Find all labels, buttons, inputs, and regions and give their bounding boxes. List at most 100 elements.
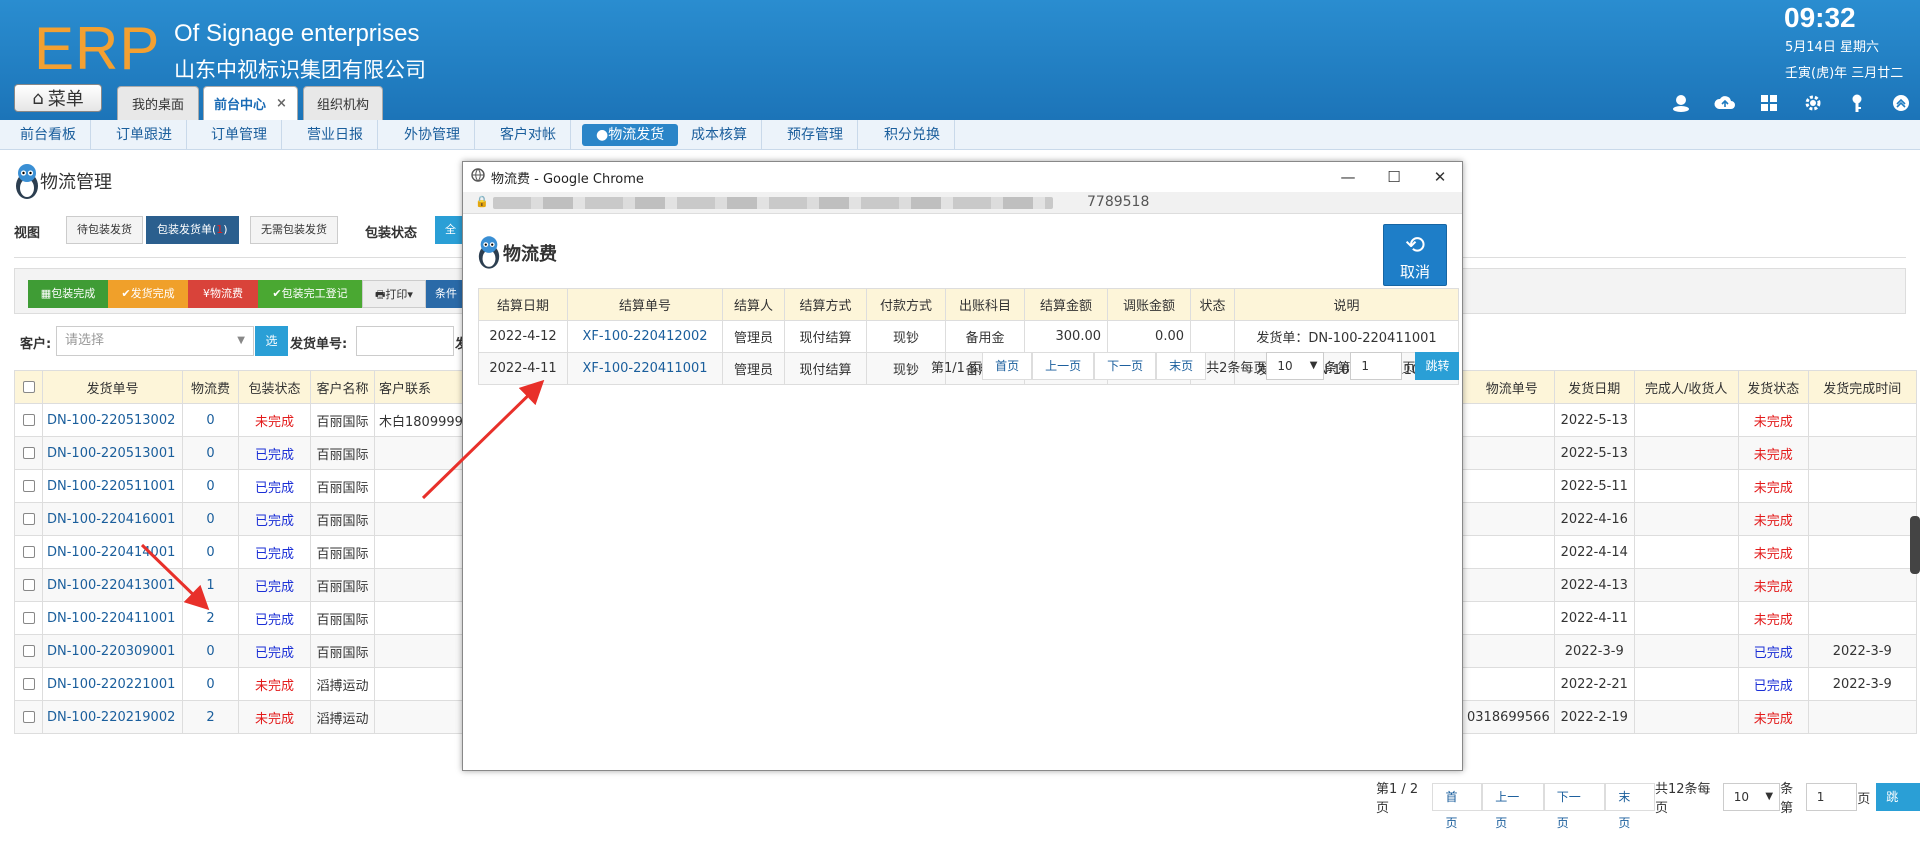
subnav-item[interactable]: 客户对帐 [486,120,571,150]
subnav-item-logistics[interactable]: ●物流发货 [582,124,679,146]
logistics-fee-link[interactable]: 0 [182,634,239,668]
logistics-fee-link[interactable]: 1 [182,568,239,602]
ship-no-link[interactable]: DN-100-220413001 [42,568,183,602]
subnav-item[interactable]: 外协管理 [390,120,475,150]
view-no-pack[interactable]: 无需包装发货 [250,216,338,244]
settle-no-link[interactable]: XF-100-220411001 [567,352,723,385]
per-page-select[interactable]: 10 ▼ [1266,352,1325,380]
table-row[interactable]: DN-100-220221001 0 未完成 滔搏运动 [14,667,477,701]
ship-no-link[interactable]: DN-100-220513001 [42,436,183,470]
customer-select[interactable]: 请选择 ▼ [56,326,254,356]
maximize-button[interactable]: ☐ [1371,162,1417,192]
table-row[interactable]: 0318699566 2022-2-19 未完成 [1462,700,1917,734]
table-row[interactable]: 2022-5-13 未完成 [1462,436,1917,470]
key-icon[interactable] [1846,92,1868,114]
tab-organization[interactable]: 组织机构 [303,86,383,120]
prev-page-button[interactable]: 上一页 [1032,352,1095,380]
row-checkbox[interactable] [14,700,43,734]
logistics-fee-link[interactable]: 0 [182,667,239,701]
next-page-button[interactable]: 下一页 [1094,352,1157,380]
print-button[interactable]: 🖶打印▾ [362,280,426,308]
pack-complete-button[interactable]: ▦包装完成 [28,280,108,308]
tab-front-center[interactable]: 前台中心 × [203,86,298,120]
prev-page-button[interactable]: 上一页 [1482,783,1544,830]
table-row[interactable]: DN-100-220411001 2 已完成 百丽国际 [14,601,477,635]
table-row[interactable]: 2022-2-21 已完成 2022-3-9 [1462,667,1917,701]
table-row[interactable]: 2022-4-14 未完成 [1462,535,1917,569]
customer-pick-button[interactable]: 选 [255,326,288,356]
goto-page-input[interactable]: 1 [1805,783,1858,811]
apps-icon[interactable] [1758,92,1780,114]
goto-button[interactable]: 跳转 [1876,783,1920,832]
ship-no-link[interactable]: DN-100-220219002 [42,700,183,734]
row-checkbox[interactable] [14,502,43,536]
main-menu-button[interactable]: ⌂ 菜单 [14,84,102,112]
logistics-fee-button[interactable]: ¥物流费 [188,280,258,308]
subnav-item[interactable]: 前台看板 [6,120,91,150]
ship-complete-button[interactable]: ✔发货完成 [108,280,188,308]
table-row[interactable]: 2022-4-13 未完成 [1462,568,1917,602]
row-checkbox[interactable] [14,601,43,635]
row-checkbox[interactable] [14,667,43,701]
table-row[interactable]: 2022-4-12 XF-100-220412002 管理员 现付结算 现钞 备用金 300… [478,320,1459,353]
ship-no-link[interactable]: DN-100-220414001 [42,535,183,569]
first-page-button[interactable]: 首页 [1432,783,1483,830]
popup-titlebar[interactable]: 物流费 - Google Chrome — ☐ ✕ [463,162,1462,192]
minimize-button[interactable]: — [1325,162,1371,192]
pack-status-all[interactable]: 全 [435,216,465,244]
ship-no-link[interactable]: DN-100-220411001 [42,601,183,635]
gear-icon[interactable] [1802,92,1824,114]
table-row[interactable]: 2022-5-11 未完成 [1462,469,1917,503]
first-page-button[interactable]: 首页 [982,352,1033,380]
table-row[interactable]: DN-100-220513002 0 未完成 百丽国际 木白18099999 [14,403,477,437]
logistics-fee-link[interactable]: 0 [182,469,239,503]
select-all-checkbox[interactable] [14,370,43,404]
table-row[interactable]: 2022-4-11 未完成 [1462,601,1917,635]
collapse-icon[interactable] [1890,92,1912,114]
ship-no-link[interactable]: DN-100-220309001 [42,634,183,668]
next-page-button[interactable]: 下一页 [1543,783,1606,830]
table-row[interactable]: 2022-5-13 未完成 [1462,403,1917,437]
last-page-button[interactable]: 末页 [1156,352,1207,380]
row-checkbox[interactable] [14,469,43,503]
subnav-item[interactable]: 预存管理 [773,120,858,150]
subnav-item[interactable]: 积分兑换 [870,120,955,150]
ship-no-link[interactable]: DN-100-220511001 [42,469,183,503]
goto-page-input[interactable]: 1 [1350,352,1403,380]
table-row[interactable]: DN-100-220413001 1 已完成 百丽国际 [14,568,477,602]
table-row[interactable]: 2022-4-16 未完成 [1462,502,1917,536]
row-checkbox[interactable] [14,634,43,668]
ship-no-link[interactable]: DN-100-220221001 [42,667,183,701]
view-pending-pack[interactable]: 待包装发货 [66,216,143,244]
cancel-button[interactable]: ⟲ 取消 [1383,224,1447,286]
settle-no-link[interactable]: XF-100-220412002 [567,320,723,353]
row-checkbox[interactable] [14,436,43,470]
row-checkbox[interactable] [14,403,43,437]
ship-no-link[interactable]: DN-100-220513002 [42,403,183,437]
ship-no-input[interactable] [356,326,454,356]
subnav-item[interactable]: 订单管理 [197,120,282,150]
ship-no-link[interactable]: DN-100-220416001 [42,502,183,536]
row-checkbox[interactable] [14,535,43,569]
user-icon[interactable] [1670,92,1692,114]
logistics-fee-link[interactable]: 0 [182,403,239,437]
subnav-item[interactable]: 营业日报 [293,120,378,150]
logistics-fee-link[interactable]: 0 [182,502,239,536]
logistics-fee-link[interactable]: 0 [182,436,239,470]
logistics-fee-link[interactable]: 0 [182,535,239,569]
logistics-fee-link[interactable]: 2 [182,601,239,635]
scrollbar-thumb[interactable] [1910,516,1920,574]
table-row[interactable]: DN-100-220511001 0 已完成 百丽国际 [14,469,477,503]
per-page-select[interactable]: 10 ▼ [1722,783,1781,811]
goto-button[interactable]: 跳转 [1415,352,1460,380]
table-row[interactable]: DN-100-220513001 0 已完成 百丽国际 [14,436,477,470]
filter-button[interactable]: 条件 [426,280,466,308]
table-row[interactable]: DN-100-220309001 0 已完成 百丽国际 [14,634,477,668]
view-pack-ship[interactable]: 包装发货单(1) [146,216,239,244]
subnav-item[interactable]: 订单跟进 [102,120,187,150]
last-page-button[interactable]: 末页 [1605,783,1656,830]
tab-my-desktop[interactable]: 我的桌面 [117,86,199,120]
address-bar[interactable]: 🔒 7789518 [463,192,1462,214]
table-row[interactable]: DN-100-220416001 0 已完成 百丽国际 [14,502,477,536]
pack-register-button[interactable]: ✔包装完工登记 [258,280,362,308]
